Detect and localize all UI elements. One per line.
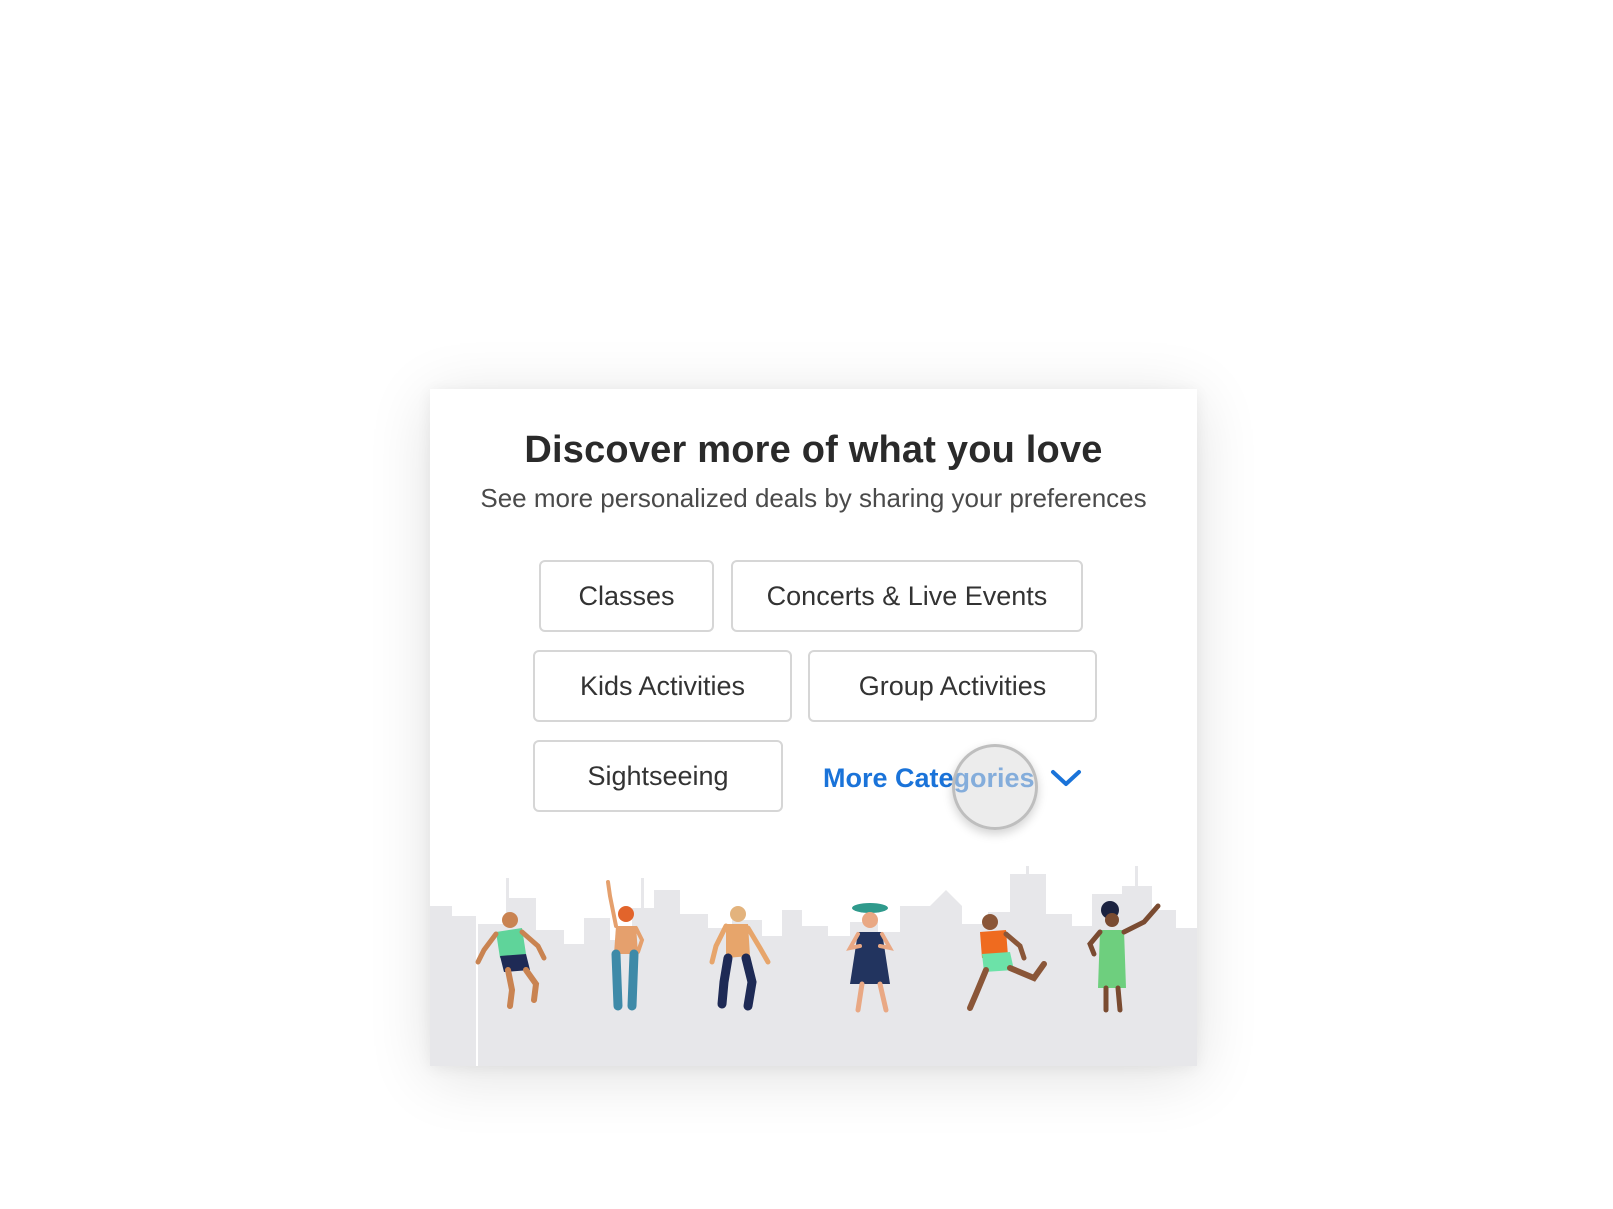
preferences-modal: Discover more of what you love See more … <box>430 389 1197 1066</box>
category-chip-concerts-live-events[interactable]: Concerts & Live Events <box>731 560 1083 632</box>
modal-subtitle: See more personalized deals by sharing y… <box>480 483 1147 513</box>
category-chip-kids-activities[interactable]: Kids Activities <box>533 650 792 722</box>
touch-cursor-indicator <box>952 744 1038 830</box>
modal-title: Discover more of what you love <box>524 429 1103 471</box>
skyline-icon <box>430 866 1197 1066</box>
category-chip-classes[interactable]: Classes <box>539 560 714 632</box>
category-chip-group-activities[interactable]: Group Activities <box>808 650 1097 722</box>
chevron-down-icon <box>1050 770 1081 786</box>
category-chip-sightseeing[interactable]: Sightseeing <box>533 740 783 812</box>
city-skyline-dancers-illustration <box>430 866 1197 1066</box>
